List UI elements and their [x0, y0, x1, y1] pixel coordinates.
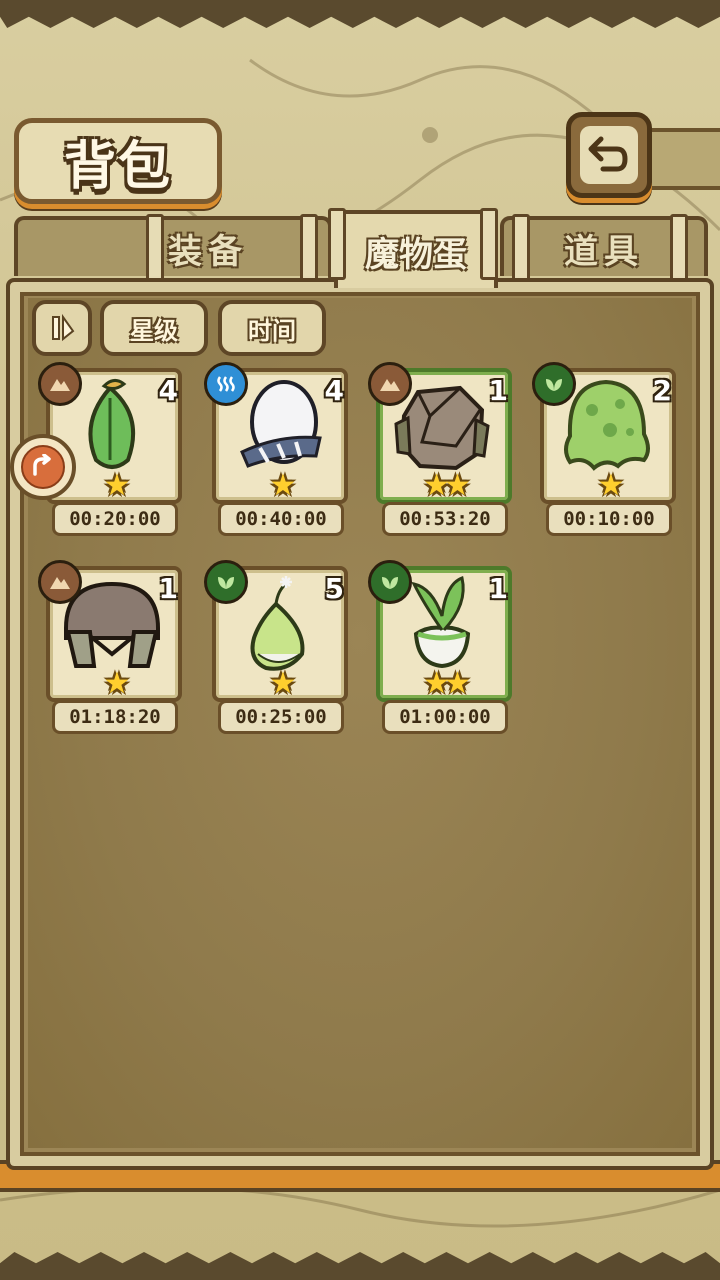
star-rating-icon: ★	[597, 468, 625, 503]
earth-icon	[368, 362, 412, 406]
star-rating-icon: ★★	[423, 468, 471, 503]
earth-icon	[38, 560, 82, 604]
side-marker-button[interactable]	[10, 434, 76, 500]
egg-card[interactable]: 4 ★ 00:40:00	[204, 362, 348, 536]
hatch-time: 01:00:00	[382, 700, 508, 734]
tab-post	[670, 214, 688, 286]
tab-post	[146, 214, 164, 286]
page-title-plate: 背包	[14, 118, 222, 204]
egg-count: 1	[158, 572, 178, 605]
plant-icon	[532, 362, 576, 406]
egg-count: 1	[488, 374, 508, 407]
back-bar	[640, 128, 720, 190]
hatch-time: 00:40:00	[218, 502, 344, 536]
hatch-time: 00:25:00	[218, 700, 344, 734]
egg-card[interactable]: 1 ★ 01:18:20	[38, 560, 182, 734]
sort-by-time-button[interactable]: 时间	[218, 300, 326, 356]
tab-items[interactable]: 道具	[500, 214, 708, 286]
egg-count: 5	[324, 572, 344, 605]
sort-by-time-label: 时间	[248, 316, 296, 345]
egg-card[interactable]: 5 ★ 00:25:00	[204, 560, 348, 734]
hatch-time: 00:20:00	[52, 502, 178, 536]
arrow-icon	[21, 445, 65, 489]
tab-monster-eggs[interactable]: 魔物蛋	[328, 208, 498, 288]
star-rating-icon: ★	[269, 666, 297, 701]
sort-by-star-label: 星级	[130, 316, 178, 345]
sort-toggle-icon	[52, 313, 75, 342]
tab-post	[480, 208, 498, 280]
tab-post	[512, 214, 530, 286]
egg-count: 1	[488, 572, 508, 605]
tab-items-label: 道具	[564, 231, 644, 272]
egg-card[interactable]: 1 ★★ 00:53:20	[368, 362, 512, 536]
water-icon	[204, 362, 248, 406]
back-icon	[580, 126, 638, 184]
bottom-border	[0, 1252, 720, 1280]
hatch-time: 01:18:20	[52, 700, 178, 734]
tab-monster-eggs-label: 魔物蛋	[365, 234, 467, 275]
hatch-time: 00:10:00	[546, 502, 672, 536]
egg-count: 4	[324, 374, 344, 407]
sort-by-star-button[interactable]: 星级	[100, 300, 208, 356]
egg-count: 4	[158, 374, 178, 407]
egg-count: 2	[652, 374, 672, 407]
plant-icon	[204, 560, 248, 604]
egg-card[interactable]: 2 ★ 00:10:00	[532, 362, 676, 536]
star-rating-icon: ★	[269, 468, 297, 503]
tab-equipment-label: 装备	[168, 231, 248, 272]
page-title: 背包	[63, 136, 172, 197]
sort-order-button[interactable]	[32, 300, 92, 356]
back-button[interactable]	[566, 112, 652, 198]
star-rating-icon: ★	[103, 666, 131, 701]
earth-icon	[38, 362, 82, 406]
egg-card[interactable]: 1 ★★ 01:00:00	[368, 560, 512, 734]
tab-post	[300, 214, 318, 286]
hatch-time: 00:53:20	[382, 502, 508, 536]
plant-icon	[368, 560, 412, 604]
tab-post	[328, 208, 346, 280]
tab-equipment[interactable]: 装备	[14, 214, 332, 286]
star-rating-icon: ★★	[423, 666, 471, 701]
